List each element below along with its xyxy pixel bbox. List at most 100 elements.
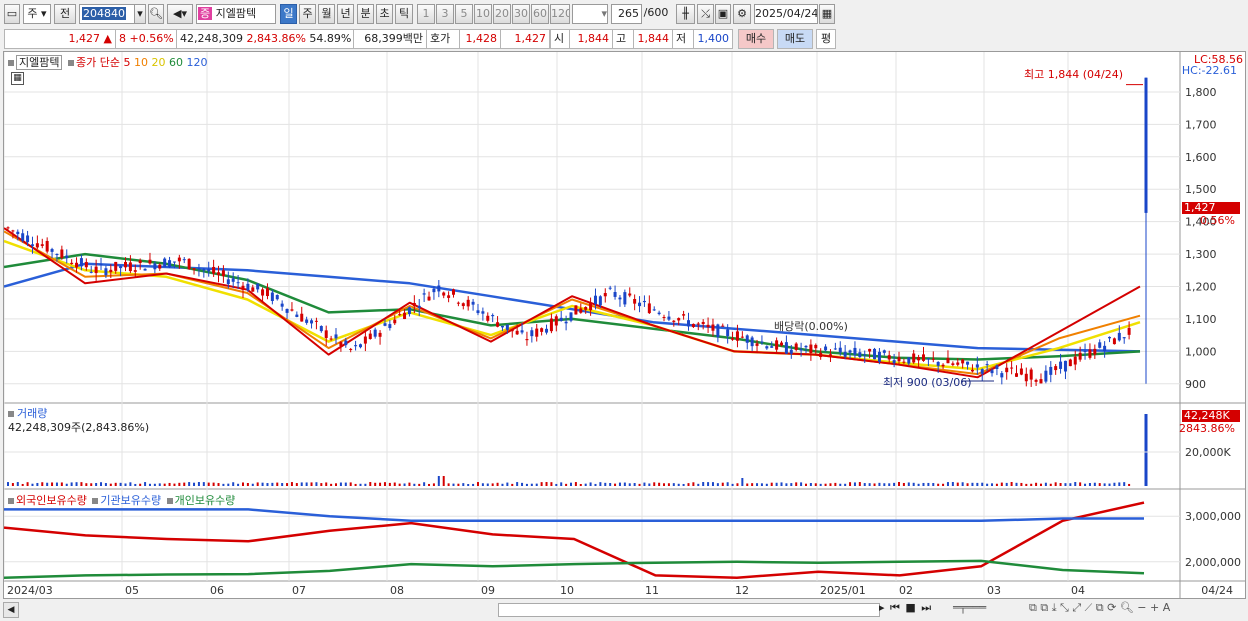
volume-y-tick: 20,000K xyxy=(1185,446,1231,459)
tab-minute[interactable]: 분 xyxy=(357,4,374,24)
interval-custom-select[interactable]: ▾ xyxy=(572,4,608,24)
candle-body xyxy=(652,309,656,311)
tab-tick[interactable]: 틱 xyxy=(395,4,413,24)
candle-body xyxy=(921,354,925,361)
candle-body xyxy=(1019,368,1023,375)
volume-bar xyxy=(148,483,151,486)
calendar-icon[interactable]: ▦ xyxy=(819,4,835,24)
tab-month[interactable]: 월 xyxy=(318,4,335,24)
volume-bar xyxy=(868,483,871,486)
tab-year[interactable]: 년 xyxy=(337,4,354,24)
candle-body xyxy=(642,300,646,303)
search-icon[interactable]: 🔍︎ xyxy=(148,4,164,24)
volume-bar xyxy=(246,483,249,486)
chevron-down-icon[interactable]: ▾ xyxy=(134,4,146,24)
candle-body xyxy=(755,343,759,346)
volume-bar xyxy=(530,483,533,486)
volume-bar xyxy=(917,483,920,486)
candle-body xyxy=(559,317,563,321)
stock-code-input[interactable]: 204840 xyxy=(79,4,135,24)
candle-body xyxy=(775,340,779,350)
candle-body xyxy=(26,235,30,243)
volume-bar xyxy=(922,482,925,486)
holdings-line xyxy=(4,508,1144,523)
scroll-left-icon[interactable]: ◀ xyxy=(3,602,19,618)
sell-button[interactable]: 매도 xyxy=(777,29,813,49)
volume-bar xyxy=(804,483,807,486)
interval-1[interactable]: 1 xyxy=(417,4,435,24)
interval-10[interactable]: 10 xyxy=(474,4,492,24)
volume-bar xyxy=(305,482,308,486)
candle-icon[interactable]: ╫ xyxy=(676,4,695,24)
candle-body xyxy=(1049,366,1053,375)
prev-button[interactable]: 전 xyxy=(54,4,76,24)
volume-bar xyxy=(251,483,254,486)
candle-body xyxy=(794,343,798,350)
volume-value: 42,248,309 xyxy=(180,32,243,45)
interval-5[interactable]: 5 xyxy=(455,4,473,24)
interval-20[interactable]: 20 xyxy=(493,4,511,24)
flat-button[interactable]: 평 xyxy=(816,29,836,49)
volume-bar xyxy=(1103,483,1106,486)
current-price-tag: 1,427 xyxy=(1182,202,1240,214)
candle-body xyxy=(824,346,828,351)
stock-name-field[interactable]: 증 지엘팜텍 xyxy=(196,4,276,24)
zoom-slider[interactable]: ═╤═══ xyxy=(953,601,986,614)
line-chart-icon[interactable]: ⤯ xyxy=(697,4,714,24)
volume-bar xyxy=(658,482,661,486)
volume-bar xyxy=(555,483,558,486)
candle-body xyxy=(226,279,230,285)
volume-bar xyxy=(1079,482,1082,486)
buy-button[interactable]: 매수 xyxy=(738,29,774,49)
volume-bar xyxy=(134,483,137,486)
candle-body xyxy=(589,303,593,311)
interval-60[interactable]: 60 xyxy=(531,4,549,24)
interval-30[interactable]: 30 xyxy=(512,4,530,24)
candle-body xyxy=(344,340,348,346)
volume-bar xyxy=(286,483,289,486)
volume-bar xyxy=(109,483,112,486)
speaker-icon[interactable]: ◀▾ xyxy=(167,4,193,24)
volume-bar xyxy=(663,483,666,486)
volume-bar xyxy=(1039,483,1042,486)
holdings-line xyxy=(4,501,1145,579)
tab-week[interactable]: 주 xyxy=(299,4,316,24)
volume-bar xyxy=(1093,482,1096,486)
tool-icons[interactable]: ⧉ ⧉ ⤓ ⤡ ⤢ ⟋ ⧉ ⟳ 🔍︎ − + A xyxy=(1029,601,1170,615)
volume-bar xyxy=(521,482,524,486)
candle-body xyxy=(158,264,162,269)
interval-120[interactable]: 120 xyxy=(550,4,570,24)
count-input[interactable]: 265 xyxy=(611,4,642,24)
gear-icon[interactable]: ⚙ xyxy=(733,4,751,24)
volume-bar xyxy=(266,483,269,486)
ma-line-120 xyxy=(4,262,1141,353)
candle-body xyxy=(535,328,539,337)
volume-bar xyxy=(707,482,710,486)
scroll-bar[interactable]: ◀ ▸ ⏮ ■ ⏭ ═╤═══ ⧉ ⧉ ⤓ ⤡ ⤢ ⟋ ⧉ ⟳ 🔍︎ − + A xyxy=(3,600,1246,619)
tab-second[interactable]: 초 xyxy=(376,4,393,24)
volume-panel-value: 42,248,309주(2,843.86%) xyxy=(8,421,150,434)
date-input[interactable]: 2025/04/24 xyxy=(754,4,818,24)
volume-bar xyxy=(1113,482,1116,486)
volume-bar xyxy=(193,482,196,486)
candle-body xyxy=(236,282,240,284)
period-select[interactable]: 주 ▾ xyxy=(23,4,51,24)
candle-body xyxy=(407,307,411,315)
tab-day[interactable]: 일 xyxy=(280,4,297,24)
interval-3[interactable]: 3 xyxy=(436,4,454,24)
volume-bar xyxy=(119,482,122,486)
holdings-y-tick: 3,000,000 xyxy=(1185,510,1241,523)
layout-icon[interactable]: ▭ xyxy=(4,4,20,24)
price-cell: 1,427 ▲ xyxy=(4,29,116,49)
candle-body xyxy=(427,296,431,301)
volume-bar xyxy=(60,482,63,486)
scroll-thumb[interactable] xyxy=(498,603,880,617)
save-icon[interactable]: ▣ xyxy=(715,4,731,24)
volume-bar xyxy=(1108,483,1111,486)
volume-bar xyxy=(432,483,435,486)
chart-area[interactable]: 2024/03 05 06 07 08 09 10 11 12 2025/01 02 03 04 900 1… xyxy=(3,51,1246,599)
grid-toggle-icon[interactable]: ▦ xyxy=(11,72,24,85)
x-tick-label: 09 xyxy=(481,584,495,597)
volume-bar xyxy=(1088,483,1091,486)
playback-controls[interactable]: ▸ ⏮ ■ ⏭ xyxy=(879,601,932,615)
